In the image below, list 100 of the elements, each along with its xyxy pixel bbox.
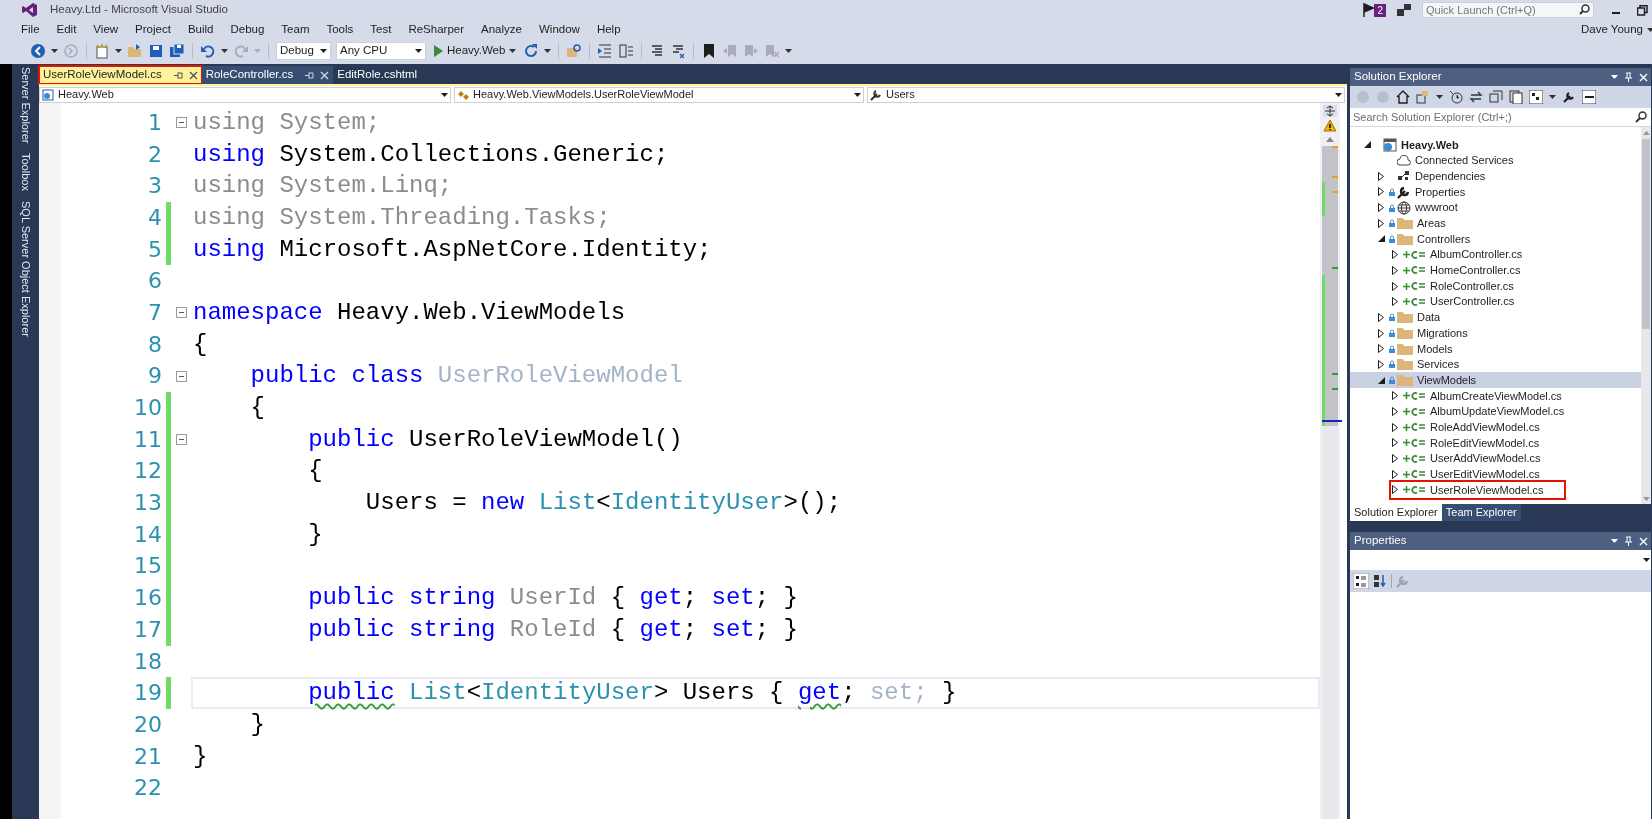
menu-item[interactable]: File bbox=[21, 20, 40, 39]
tree-item[interactable]: Models bbox=[1350, 340, 1641, 357]
side-tab[interactable]: Toolbox bbox=[14, 153, 37, 192]
tree-item[interactable]: Controllers bbox=[1350, 231, 1641, 247]
home-icon[interactable] bbox=[1396, 90, 1410, 104]
tree-item[interactable]: UserRoleViewModel.cs bbox=[1350, 482, 1641, 498]
tree-item[interactable]: Heavy.Web bbox=[1350, 137, 1641, 153]
menu-item[interactable]: View bbox=[93, 20, 119, 39]
collapse-icon[interactable] bbox=[175, 434, 187, 446]
pending-changes-icon[interactable] bbox=[1449, 90, 1463, 104]
tree-item[interactable]: AlbumController.cs bbox=[1350, 246, 1641, 263]
tree-item[interactable]: ViewModels bbox=[1350, 372, 1641, 388]
tree-item[interactable]: UserController.cs bbox=[1350, 293, 1641, 310]
feedback-icon[interactable] bbox=[1396, 3, 1412, 17]
search-field[interactable]: Search Solution Explorer (Ctrl+;) bbox=[1350, 108, 1651, 127]
tree-item[interactable]: HomeController.cs bbox=[1350, 262, 1641, 279]
collapse-icon[interactable] bbox=[175, 307, 187, 319]
find-icon[interactable] bbox=[566, 42, 583, 59]
collapsed-arrow-icon[interactable] bbox=[1392, 281, 1398, 291]
tree-item[interactable]: Data bbox=[1350, 309, 1641, 326]
refresh-icon[interactable] bbox=[1469, 90, 1483, 104]
collapsed-arrow-icon[interactable] bbox=[1392, 391, 1398, 401]
tree-view-icon[interactable] bbox=[1529, 90, 1543, 104]
categorized-icon[interactable] bbox=[1353, 573, 1369, 589]
collapsed-arrow-icon[interactable] bbox=[1392, 407, 1398, 417]
tree-item[interactable]: UserEditViewModel.cs bbox=[1350, 466, 1641, 483]
platform-dropdown[interactable]: Any CPU bbox=[336, 41, 426, 60]
tree-item[interactable]: RoleController.cs bbox=[1350, 278, 1641, 294]
tree-item[interactable]: AlbumCreateViewModel.cs bbox=[1350, 388, 1641, 404]
collapsed-arrow-icon[interactable] bbox=[1392, 485, 1398, 495]
menu-item[interactable]: Tools bbox=[326, 20, 354, 39]
collapsed-arrow-icon[interactable] bbox=[1378, 187, 1384, 197]
preview-icon[interactable] bbox=[1582, 90, 1596, 104]
collapsed-arrow-icon[interactable] bbox=[1392, 438, 1398, 448]
expanded-arrow-icon[interactable] bbox=[1363, 141, 1371, 149]
user-name[interactable]: Dave Young bbox=[1580, 20, 1643, 39]
alphabetical-icon[interactable] bbox=[1373, 574, 1387, 588]
restore-icon[interactable] bbox=[1637, 4, 1648, 16]
type-dropdown[interactable]: Heavy.Web.ViewModels.UserRoleViewModel bbox=[454, 86, 864, 103]
configuration-dropdown[interactable]: Debug bbox=[276, 41, 331, 60]
menu-item[interactable]: Debug bbox=[230, 20, 265, 39]
editor-tab[interactable]: UserRoleViewModel.cs bbox=[39, 66, 202, 84]
menu-item[interactable]: Edit bbox=[56, 20, 77, 39]
menu-item[interactable]: Analyze bbox=[481, 20, 522, 39]
tree-item[interactable]: wwwroot bbox=[1350, 199, 1641, 216]
collapsed-arrow-icon[interactable] bbox=[1378, 218, 1384, 228]
back-icon[interactable] bbox=[30, 42, 46, 59]
project-dropdown[interactable]: Heavy.Web bbox=[39, 86, 451, 103]
collapsed-arrow-icon[interactable] bbox=[1378, 328, 1384, 338]
new-project-icon[interactable] bbox=[94, 42, 110, 59]
uncomment-icon[interactable] bbox=[670, 42, 687, 59]
tree-item[interactable]: Migrations bbox=[1350, 325, 1641, 341]
tree-item[interactable]: Areas bbox=[1350, 215, 1641, 232]
expanded-arrow-icon[interactable] bbox=[1377, 235, 1385, 243]
collapse-all-icon[interactable] bbox=[1489, 90, 1503, 104]
tree-item[interactable]: Properties bbox=[1350, 184, 1641, 200]
tree-item[interactable]: UserAddViewModel.cs bbox=[1350, 450, 1641, 467]
scroll-up-icon[interactable] bbox=[1326, 137, 1334, 142]
collapse-icon[interactable] bbox=[175, 117, 187, 129]
side-tab[interactable]: SQL Server Object Explorer bbox=[14, 201, 37, 338]
refresh-icon[interactable] bbox=[523, 42, 540, 59]
expanded-arrow-icon[interactable] bbox=[1377, 376, 1385, 384]
pin-icon[interactable] bbox=[173, 70, 183, 80]
show-all-files-icon[interactable] bbox=[1509, 90, 1523, 104]
panel-tab[interactable]: Team Explorer bbox=[1441, 504, 1521, 521]
save-icon[interactable] bbox=[148, 42, 164, 59]
outdent-icon[interactable] bbox=[597, 42, 614, 59]
collapse-icon[interactable] bbox=[175, 370, 187, 382]
sync-icon[interactable] bbox=[1416, 90, 1430, 104]
collapsed-arrow-icon[interactable] bbox=[1392, 454, 1398, 464]
tree-item[interactable]: Services bbox=[1350, 356, 1641, 373]
tree-item[interactable]: Connected Services bbox=[1350, 152, 1641, 169]
collapsed-arrow-icon[interactable] bbox=[1378, 312, 1384, 322]
collapsed-arrow-icon[interactable] bbox=[1378, 344, 1384, 354]
menu-item[interactable]: Test bbox=[370, 20, 392, 39]
collapsed-arrow-icon[interactable] bbox=[1392, 250, 1398, 260]
menu-item[interactable]: Team bbox=[281, 20, 310, 39]
collapsed-arrow-icon[interactable] bbox=[1378, 171, 1384, 181]
scrollbar-thumb[interactable] bbox=[1642, 139, 1650, 329]
panel-tab[interactable]: Solution Explorer bbox=[1350, 504, 1442, 521]
menu-item[interactable]: ReSharper bbox=[408, 20, 465, 39]
member-dropdown[interactable]: Users bbox=[867, 86, 1345, 103]
properties-wrench-icon[interactable] bbox=[1562, 90, 1576, 104]
start-button[interactable]: Heavy.Web bbox=[431, 41, 519, 60]
tree-item[interactable]: RoleAddViewModel.cs bbox=[1350, 419, 1641, 436]
side-tab[interactable]: Server Explorer bbox=[14, 67, 37, 144]
tree-item[interactable]: AlbumUpdateViewModel.cs bbox=[1350, 403, 1641, 420]
menu-item[interactable]: Help bbox=[596, 20, 621, 39]
collapsed-arrow-icon[interactable] bbox=[1392, 422, 1398, 432]
collapsed-arrow-icon[interactable] bbox=[1378, 203, 1384, 213]
save-all-icon[interactable] bbox=[169, 42, 185, 59]
collapsed-arrow-icon[interactable] bbox=[1392, 297, 1398, 307]
tree-item[interactable]: Dependencies bbox=[1350, 168, 1641, 185]
flag-icon[interactable] bbox=[1362, 3, 1375, 17]
menu-item[interactable]: Project bbox=[135, 20, 171, 39]
close-icon[interactable] bbox=[188, 70, 198, 80]
collapsed-arrow-icon[interactable] bbox=[1378, 359, 1384, 369]
menu-item[interactable]: Build bbox=[187, 20, 214, 39]
menu-item[interactable]: Window bbox=[538, 20, 580, 39]
indent-icon[interactable] bbox=[618, 42, 635, 59]
